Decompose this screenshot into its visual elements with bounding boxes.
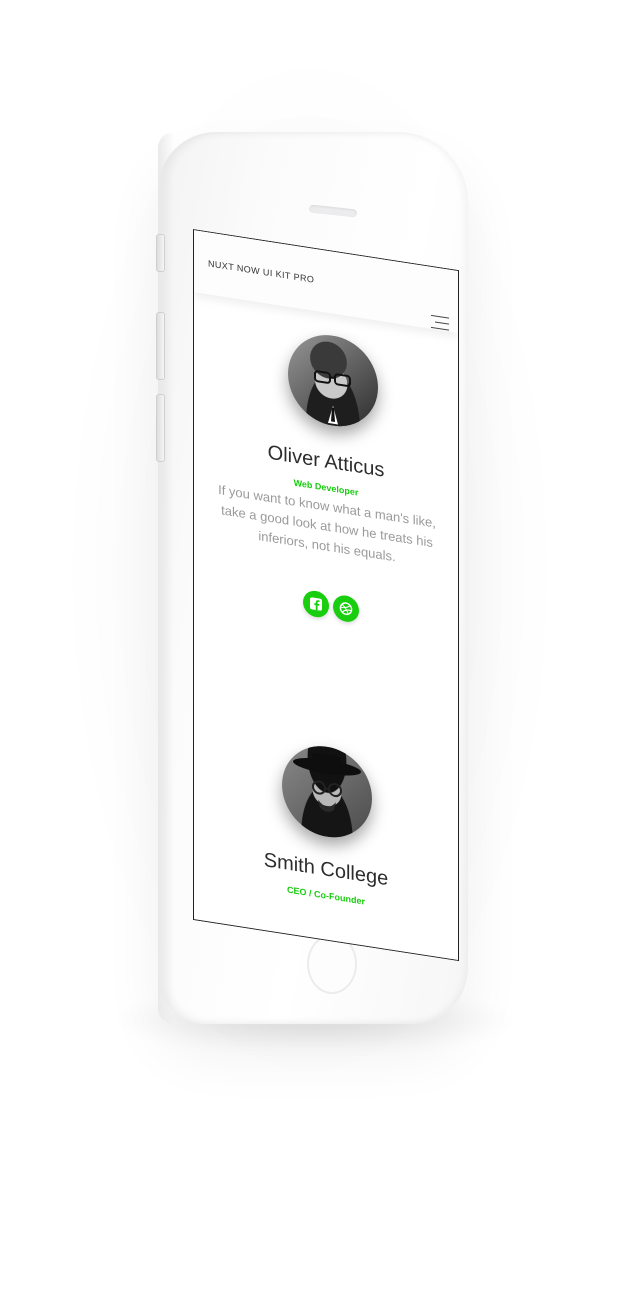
- avatar: [282, 739, 372, 844]
- phone-screen: NUXT NOW UI KIT PRO Oliver Atticus Web D…: [193, 229, 459, 962]
- team-member-card: Smith College CEO / Co-Founder: [194, 230, 458, 961]
- volume-down-button: [156, 394, 165, 462]
- mute-switch: [156, 234, 165, 272]
- volume-up-button: [156, 312, 165, 380]
- mockup-stage: NUXT NOW UI KIT PRO Oliver Atticus Web D…: [0, 0, 624, 1308]
- app-viewport: NUXT NOW UI KIT PRO Oliver Atticus Web D…: [193, 229, 459, 962]
- avatar-hat-icon: [293, 753, 361, 812]
